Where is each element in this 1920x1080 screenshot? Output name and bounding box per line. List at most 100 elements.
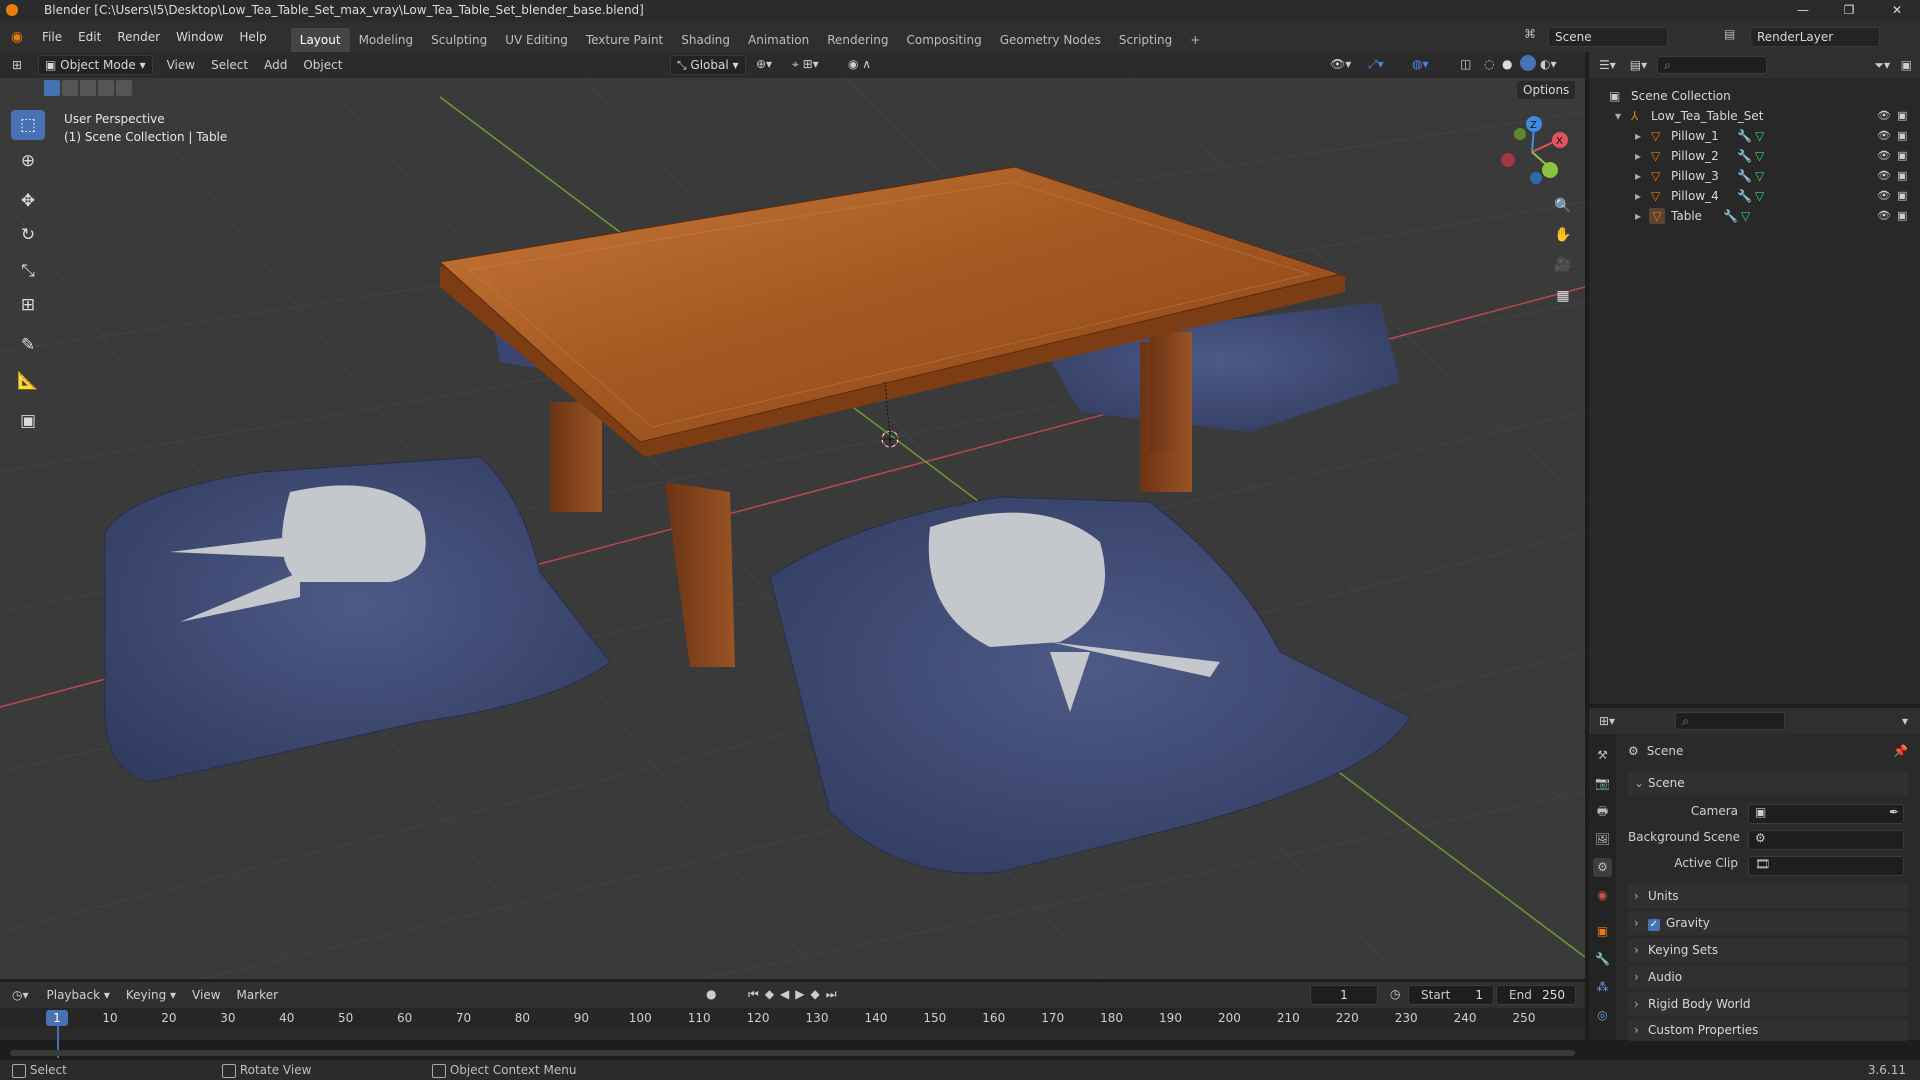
- view-layer-selector[interactable]: RenderLayer: [1750, 27, 1880, 47]
- new-collection-icon[interactable]: ▣: [1901, 58, 1912, 72]
- visibility-eye-icon[interactable]: 👁: [1877, 146, 1891, 166]
- transform-orientation-selector[interactable]: ⤡ Global ▾: [670, 55, 746, 75]
- menu-marker[interactable]: Marker: [229, 982, 286, 1008]
- select-invert-icon[interactable]: [98, 80, 114, 96]
- camera-view-icon[interactable]: 🎥: [1550, 252, 1576, 278]
- menu-timeline-view[interactable]: View: [184, 982, 228, 1008]
- next-keyframe-icon[interactable]: ◆: [811, 987, 826, 1001]
- mesh-data-icon[interactable]: ▽: [1755, 166, 1764, 186]
- background-scene-field[interactable]: ⚙: [1748, 830, 1904, 850]
- scene-selector[interactable]: Scene: [1548, 27, 1668, 47]
- render-camera-icon[interactable]: ▣: [1897, 126, 1907, 146]
- tab-layout[interactable]: Layout: [290, 28, 350, 52]
- perspective-toggle-icon[interactable]: ▦: [1550, 283, 1576, 309]
- object-tab-icon[interactable]: ▣: [1593, 922, 1612, 941]
- editor-type-icon[interactable]: ⊞: [0, 58, 34, 72]
- visibility-eye-icon[interactable]: 👁: [1877, 206, 1891, 226]
- filter-icon[interactable]: ⏷▾: [1874, 58, 1890, 73]
- menu-object[interactable]: Object: [295, 52, 350, 78]
- menu-render[interactable]: Render: [109, 22, 168, 52]
- tab-rendering[interactable]: Rendering: [818, 28, 897, 52]
- outliner-row-scene-collection[interactable]: ▣ Scene Collection: [1589, 86, 1920, 106]
- proportional-edit-icon[interactable]: ◉ ∧: [848, 57, 871, 71]
- maximize-button[interactable]: ❐: [1826, 0, 1872, 22]
- start-frame-field[interactable]: Start 1: [1408, 985, 1494, 1005]
- visibility-icon[interactable]: 👁▾: [1330, 57, 1351, 71]
- render-camera-icon[interactable]: ▣: [1897, 146, 1907, 166]
- menu-window[interactable]: Window: [168, 22, 231, 52]
- snap-icon[interactable]: ⌖ ⊞▾: [792, 57, 819, 72]
- menu-select[interactable]: Select: [203, 52, 256, 78]
- display-mode-icon[interactable]: ▤▾: [1630, 58, 1647, 72]
- outliner-editor-icon[interactable]: ☰▾: [1599, 58, 1616, 72]
- custom-properties-panel-header[interactable]: › Custom Properties: [1628, 1019, 1908, 1041]
- tab-modeling[interactable]: Modeling: [350, 28, 423, 52]
- pin-icon[interactable]: 📌: [1893, 744, 1908, 758]
- expand-arrow-icon[interactable]: ▸: [1635, 206, 1641, 226]
- outliner-row-pillow-3[interactable]: ▸ ▽ Pillow_3 🔧 ▽ 👁 ▣: [1589, 166, 1920, 186]
- shading-solid-icon[interactable]: ●: [1502, 57, 1512, 71]
- mesh-data-icon[interactable]: ▽: [1755, 146, 1764, 166]
- visibility-eye-icon[interactable]: 👁: [1877, 186, 1891, 206]
- scene-panel-header[interactable]: ⌄ Scene: [1628, 771, 1908, 795]
- tab-scripting[interactable]: Scripting: [1110, 28, 1181, 52]
- outliner-row-pillow-2[interactable]: ▸ ▽ Pillow_2 🔧 ▽ 👁 ▣: [1589, 146, 1920, 166]
- zoom-icon[interactable]: 🔍: [1550, 193, 1576, 219]
- particles-tab-icon[interactable]: ⁂: [1593, 978, 1612, 997]
- tab-sculpting[interactable]: Sculpting: [422, 28, 496, 52]
- shading-rendered-icon[interactable]: ◐▾: [1540, 57, 1557, 71]
- scene-tab-icon[interactable]: ⚙: [1593, 858, 1612, 877]
- modifier-wrench-icon[interactable]: 🔧: [1737, 126, 1752, 146]
- shading-wireframe-icon[interactable]: ◌: [1484, 57, 1494, 71]
- timeline-scrollbar[interactable]: [10, 1050, 1575, 1056]
- prev-keyframe-icon[interactable]: ◆: [765, 987, 780, 1001]
- gravity-panel-header[interactable]: › ✓ Gravity: [1628, 911, 1908, 935]
- rigid-body-world-panel-header[interactable]: › Rigid Body World: [1628, 992, 1908, 1016]
- physics-tab-icon[interactable]: ◎: [1593, 1006, 1612, 1025]
- measure-tool[interactable]: 📐: [11, 366, 45, 396]
- visibility-eye-icon[interactable]: 👁: [1877, 166, 1891, 186]
- menu-file[interactable]: File: [34, 22, 70, 52]
- active-clip-field[interactable]: 🎞: [1748, 856, 1904, 876]
- menu-view[interactable]: View: [159, 52, 203, 78]
- current-frame-field[interactable]: 1: [1310, 985, 1378, 1005]
- orientation-gizmo[interactable]: Z X: [1490, 112, 1570, 192]
- cursor-tool[interactable]: ⊕: [11, 146, 45, 176]
- modifier-wrench-icon[interactable]: 🔧: [1723, 206, 1738, 226]
- transform-tool[interactable]: ⊞: [11, 290, 45, 320]
- audio-panel-header[interactable]: › Audio: [1628, 965, 1908, 989]
- expand-arrow-icon[interactable]: ▸: [1635, 126, 1641, 146]
- playback-controls[interactable]: ⏮◆◀▶◆⏭: [748, 987, 843, 1002]
- mesh-data-icon[interactable]: ▽: [1755, 126, 1764, 146]
- move-tool[interactable]: ✥: [11, 186, 45, 216]
- outliner-row-pillow-4[interactable]: ▸ ▽ Pillow_4 🔧 ▽ 👁 ▣: [1589, 186, 1920, 206]
- gravity-checkbox[interactable]: ✓: [1648, 919, 1660, 931]
- keying-sets-panel-header[interactable]: › Keying Sets: [1628, 938, 1908, 962]
- minimize-button[interactable]: —: [1780, 0, 1826, 22]
- render-camera-icon[interactable]: ▣: [1897, 166, 1907, 186]
- mesh-data-icon[interactable]: ▽: [1741, 206, 1750, 226]
- menu-playback[interactable]: Playback ▾: [39, 982, 118, 1008]
- select-intersect-icon[interactable]: [116, 80, 132, 96]
- frame-ruler[interactable]: 10 20 30 40 50 60 70 80 90 100 110 120 130 140 150 160 1…: [0, 1008, 1585, 1028]
- tab-compositing[interactable]: Compositing: [897, 28, 990, 52]
- camera-field[interactable]: ▣ ✒: [1748, 804, 1904, 824]
- xray-icon[interactable]: ◫: [1460, 57, 1471, 71]
- mode-selector[interactable]: ▣ Object Mode ▾: [38, 55, 153, 75]
- render-camera-icon[interactable]: ▣: [1897, 106, 1907, 126]
- end-frame-field[interactable]: End 250: [1496, 985, 1576, 1005]
- expand-arrow-icon[interactable]: ▸: [1635, 146, 1641, 166]
- select-extend-icon[interactable]: [62, 80, 78, 96]
- select-new-icon[interactable]: [44, 80, 60, 96]
- output-tab-icon[interactable]: 🖶: [1593, 802, 1612, 821]
- mesh-data-icon[interactable]: ▽: [1755, 186, 1764, 206]
- tab-shading[interactable]: Shading: [672, 28, 739, 52]
- render-camera-icon[interactable]: ▣: [1897, 186, 1907, 206]
- blender-menu-icon[interactable]: ◉: [0, 29, 34, 45]
- add-workspace-button[interactable]: +: [1181, 28, 1209, 52]
- properties-search-input[interactable]: ⌕: [1675, 712, 1786, 730]
- tab-geometry-nodes[interactable]: Geometry Nodes: [991, 28, 1110, 52]
- modifier-wrench-icon[interactable]: 🔧: [1737, 146, 1752, 166]
- expand-arrow-icon[interactable]: ▸: [1635, 166, 1641, 186]
- shading-material-icon[interactable]: [1520, 55, 1536, 71]
